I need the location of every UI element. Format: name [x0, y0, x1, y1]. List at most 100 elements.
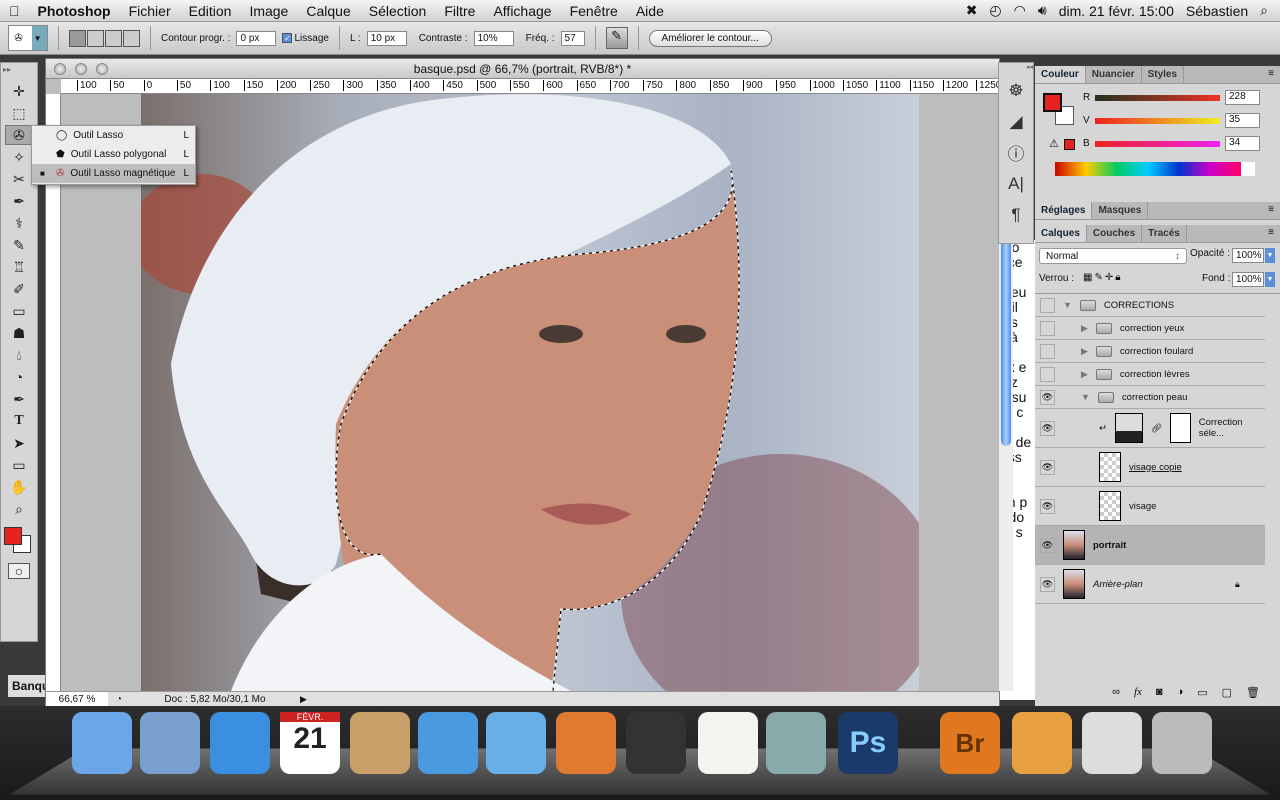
- crop-tool-icon[interactable]: ✂: [5, 169, 33, 189]
- visibility-eye-icon[interactable]: 👁︎: [1040, 460, 1055, 475]
- menu-edition[interactable]: Edition: [180, 3, 241, 19]
- volume-icon[interactable]: 🔊︎: [1038, 2, 1047, 19]
- shape-tool-icon[interactable]: ▭: [5, 455, 33, 475]
- width-input[interactable]: 10 px: [366, 30, 407, 46]
- foreground-color-swatch[interactable]: [4, 527, 22, 545]
- blur-tool-icon[interactable]: 💧︎: [5, 345, 33, 365]
- contrast-input[interactable]: 10%: [473, 30, 514, 46]
- subtract-selection-button[interactable]: [105, 29, 122, 47]
- quick-mask-button[interactable]: ○: [8, 563, 30, 579]
- gamut-color-swatch[interactable]: [1064, 139, 1075, 150]
- lock-all-icon[interactable]: 🔒︎: [1115, 272, 1120, 283]
- dock-icon-aper-u-photos[interactable]: [766, 712, 826, 774]
- status-menu-arrow-icon[interactable]: ▶: [300, 694, 312, 705]
- add-selection-button[interactable]: [87, 29, 104, 47]
- lock-position-icon[interactable]: ✛: [1105, 272, 1113, 283]
- fill-dropdown-icon[interactable]: ▼: [1265, 272, 1275, 287]
- path-selection-tool-icon[interactable]: ➤: [5, 433, 33, 453]
- menu-aide[interactable]: Aide: [627, 3, 673, 19]
- menu-calque[interactable]: Calque: [297, 3, 359, 19]
- menu-selection[interactable]: Sélection: [360, 3, 436, 19]
- minimize-window-button[interactable]: [75, 63, 87, 75]
- spaces-icon[interactable]: ✖: [966, 2, 978, 19]
- dock-icon-documents[interactable]: [1082, 712, 1142, 774]
- image-canvas[interactable]: [141, 94, 919, 691]
- zoom-window-button[interactable]: [96, 63, 108, 75]
- character-icon[interactable]: A|: [999, 168, 1033, 199]
- menu-affichage[interactable]: Affichage: [484, 3, 560, 19]
- zoom-level-field[interactable]: 66,67 %: [46, 692, 108, 707]
- close-window-button[interactable]: [54, 63, 66, 75]
- layer-row[interactable]: 👁︎ visage: [1035, 487, 1265, 526]
- paragraph-icon[interactable]: ¶: [999, 199, 1033, 230]
- layer-row[interactable]: 👁︎ portrait: [1035, 526, 1265, 565]
- status-options-icon[interactable]: ◔: [108, 694, 130, 705]
- collapse-triangle-icon[interactable]: ▼: [1081, 392, 1090, 402]
- adjustment-layer-icon[interactable]: ◑: [1177, 686, 1184, 698]
- tool-preset-picker[interactable]: ✇ ▼: [8, 25, 48, 51]
- expand-triangle-icon[interactable]: ▶: [1081, 346, 1088, 357]
- dock-icon-ical[interactable]: FÉVR. 21: [280, 712, 340, 774]
- flyout-item-magnetic-lasso[interactable]: ■ ✇ Outil Lasso magnétique L: [32, 164, 195, 183]
- opacity-dropdown-icon[interactable]: ▼: [1265, 248, 1275, 263]
- info-icon[interactable]: ⓘ: [999, 137, 1033, 168]
- fg-color-swatch[interactable]: [1043, 93, 1062, 112]
- layer-row[interactable]: ▼ CORRECTIONS: [1035, 294, 1265, 317]
- blend-mode-select[interactable]: Normal ↕: [1039, 248, 1187, 264]
- dock-icon-photo-booth[interactable]: [626, 712, 686, 774]
- navigator-icon[interactable]: ☸: [999, 75, 1033, 106]
- tab-nuancier[interactable]: Nuancier: [1086, 66, 1142, 83]
- pen-tool-icon[interactable]: ✒: [5, 389, 33, 409]
- eyedropper-tool-icon[interactable]: ✒: [5, 191, 33, 211]
- lasso-tool-icon[interactable]: ✇: [5, 125, 33, 145]
- fx-icon[interactable]: fx: [1134, 686, 1142, 698]
- magic-wand-tool-icon[interactable]: ✧: [5, 147, 33, 167]
- new-group-icon[interactable]: ▭: [1197, 686, 1207, 699]
- menu-fenetre[interactable]: Fenêtre: [561, 3, 627, 19]
- visibility-eye-icon[interactable]: [1040, 321, 1055, 336]
- channel-r-slider[interactable]: [1095, 95, 1220, 101]
- dock-icon-photoshop[interactable]: Ps: [838, 712, 898, 774]
- frequency-input[interactable]: 57: [560, 30, 585, 46]
- dock-icon-iphoto[interactable]: [556, 712, 616, 774]
- collapse-triangle-icon[interactable]: ▼: [1063, 300, 1072, 310]
- tab-traces[interactable]: Tracés: [1142, 225, 1187, 242]
- dock-icon-bridge[interactable]: Br: [940, 712, 1000, 774]
- dock-icon-applications[interactable]: [1012, 712, 1072, 774]
- visibility-eye-icon[interactable]: [1040, 344, 1055, 359]
- layer-row[interactable]: 👁︎ ↵ 🔗︎ Correction séle...: [1035, 409, 1265, 448]
- histogram-icon[interactable]: ◢: [999, 106, 1033, 137]
- stamp-tool-icon[interactable]: ♖: [5, 257, 33, 277]
- visibility-eye-icon[interactable]: 👁︎: [1040, 390, 1055, 405]
- channel-b-input[interactable]: 34: [1225, 136, 1260, 151]
- visibility-eye-icon[interactable]: 👁︎: [1040, 577, 1055, 592]
- link-icon[interactable]: 🔗︎: [1151, 423, 1162, 434]
- channel-r-input[interactable]: 228: [1225, 90, 1260, 105]
- apple-icon[interactable]: : [0, 3, 29, 19]
- expand-triangle-icon[interactable]: ▶: [1081, 323, 1088, 334]
- layer-row[interactable]: ▶ correction foulard: [1035, 340, 1265, 363]
- clock[interactable]: dim. 21 févr. 15:00: [1059, 3, 1174, 19]
- menu-fichier[interactable]: Fichier: [120, 3, 180, 19]
- trash-icon[interactable]: 🗑︎: [1246, 686, 1260, 699]
- type-tool-icon[interactable]: T: [5, 411, 33, 431]
- channel-v-slider[interactable]: [1095, 118, 1220, 124]
- opacity-input[interactable]: 100%: [1232, 248, 1264, 263]
- menu-image[interactable]: Image: [240, 3, 297, 19]
- toolbox-grip[interactable]: ▸▸: [1, 63, 37, 79]
- tablet-pressure-button[interactable]: ✎: [605, 27, 628, 49]
- panel-menu-icon[interactable]: ≡: [1262, 66, 1280, 83]
- paint-bucket-tool-icon[interactable]: ☗: [5, 323, 33, 343]
- dock-icon-finder[interactable]: [72, 712, 132, 774]
- intersect-selection-button[interactable]: [123, 29, 140, 47]
- tab-masques[interactable]: Masques: [1092, 202, 1149, 219]
- dock-icon-aper-u[interactable]: [140, 712, 200, 774]
- menu-filtre[interactable]: Filtre: [435, 3, 484, 19]
- history-brush-tool-icon[interactable]: ✐: [5, 279, 33, 299]
- color-spectrum-bar[interactable]: [1055, 162, 1255, 176]
- menu-app[interactable]: Photoshop: [29, 3, 120, 19]
- expand-triangle-icon[interactable]: ▶: [1081, 369, 1088, 380]
- lock-pixels-icon[interactable]: ✎: [1094, 272, 1102, 283]
- channel-b-slider[interactable]: [1095, 141, 1220, 147]
- spotlight-icon[interactable]: ⌕: [1260, 2, 1268, 19]
